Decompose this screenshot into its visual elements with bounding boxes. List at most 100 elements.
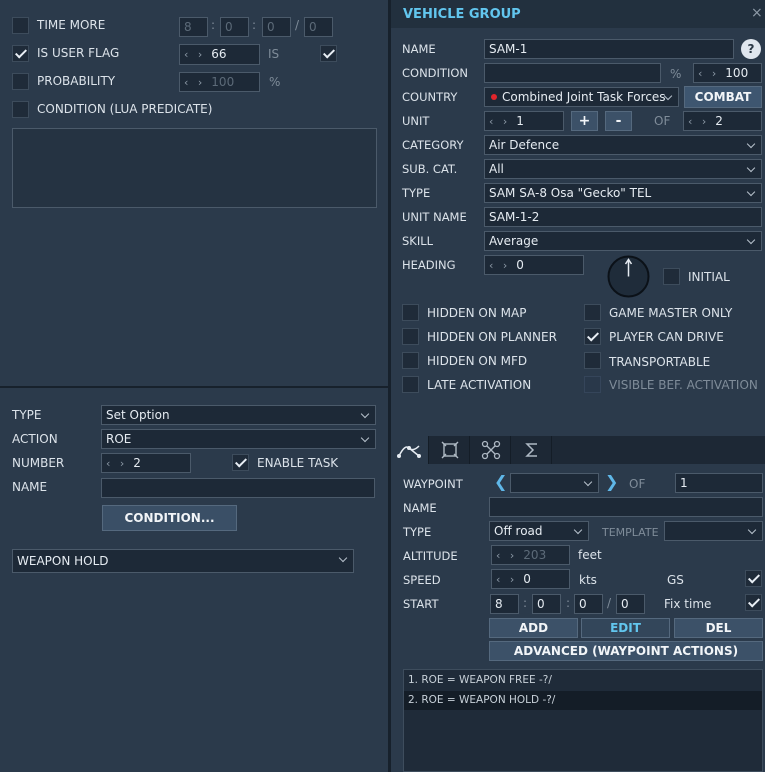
enable-task-checkbox[interactable] xyxy=(232,454,249,471)
stepper-arrows-icon[interactable]: ‹ › xyxy=(184,76,205,89)
remove-unit-button[interactable]: - xyxy=(605,111,632,131)
user-flag-stepper[interactable]: ‹ › 66 xyxy=(179,44,260,65)
list-item[interactable]: 2. ROE = WEAPON HOLD -?/ xyxy=(404,691,762,710)
vg-heading-stepper[interactable]: ‹ › 0 xyxy=(484,255,584,275)
weapon-option-select[interactable]: WEAPON HOLD xyxy=(12,549,354,573)
probability-checkbox[interactable] xyxy=(12,73,29,90)
wp-template-select[interactable] xyxy=(664,521,763,541)
action-type-select[interactable]: Set Option xyxy=(101,405,376,425)
wp-next-icon[interactable]: ❯ xyxy=(605,472,618,491)
number-label: NUMBER xyxy=(12,456,65,470)
time-more-seconds[interactable]: 0 xyxy=(262,17,291,37)
lua-predicate-textarea[interactable] xyxy=(12,128,377,208)
list-item[interactable]: 1. ROE = WEAPON FREE -?/ xyxy=(404,671,762,690)
vg-skill-select[interactable]: Average xyxy=(484,231,762,251)
add-unit-button[interactable]: + xyxy=(571,111,598,131)
colon-sep: : xyxy=(211,18,216,32)
stepper-arrows-icon[interactable]: ‹ › xyxy=(184,48,205,61)
wp-gs-checkbox[interactable] xyxy=(745,570,762,587)
stepper-arrows-icon[interactable]: ‹ › xyxy=(496,573,517,586)
tab-sigma[interactable] xyxy=(512,436,552,464)
vg-category-select[interactable]: Air Defence xyxy=(484,135,762,155)
visible-bef-label: VISIBLE BEF. ACTIVATION xyxy=(609,378,758,392)
wp-add-button[interactable]: ADD xyxy=(489,618,578,638)
vg-unitname-input[interactable]: SAM-1-2 xyxy=(484,207,762,227)
vg-name-label: NAME xyxy=(402,42,436,56)
wp-waypoint-select[interactable] xyxy=(510,473,599,493)
wp-speed-stepper[interactable]: ‹ › 0 xyxy=(491,569,570,589)
tab-target[interactable] xyxy=(430,436,470,464)
stepper-arrows-icon[interactable]: ‹ › xyxy=(698,67,719,80)
stepper-arrows-icon[interactable]: ‹ › xyxy=(489,115,510,128)
time-more-days[interactable]: 0 xyxy=(304,17,333,37)
action-name-input[interactable] xyxy=(101,478,375,498)
visible-bef-checkbox[interactable] xyxy=(584,376,601,393)
vg-heading-value: 0 xyxy=(516,258,524,272)
hidden-mfd-checkbox[interactable] xyxy=(402,352,419,369)
vg-unit-stepper[interactable]: ‹ › 1 xyxy=(484,111,564,131)
action-select[interactable]: ROE xyxy=(101,429,376,449)
player-drive-checkbox[interactable] xyxy=(584,328,601,345)
user-flag-label: IS USER FLAG xyxy=(37,46,120,60)
lua-condition-checkbox[interactable] xyxy=(12,101,29,118)
transportable-checkbox[interactable] xyxy=(584,352,601,369)
wp-advanced-button[interactable]: ADVANCED (WAYPOINT ACTIONS) xyxy=(489,641,763,661)
hidden-planner-checkbox[interactable] xyxy=(402,328,419,345)
late-activation-checkbox[interactable] xyxy=(402,376,419,393)
action-type-label: TYPE xyxy=(12,408,42,422)
probability-value: 100 xyxy=(211,75,235,89)
wp-type-select[interactable]: Off road xyxy=(489,521,589,541)
vg-type-select[interactable]: SAM SA-8 Osa "Gecko" TEL xyxy=(484,183,762,203)
vg-condition-input[interactable] xyxy=(484,63,661,83)
vg-unit-value: 1 xyxy=(516,114,524,128)
wp-altitude-stepper[interactable]: ‹ › 203 xyxy=(491,545,570,565)
wp-start-days[interactable]: 0 xyxy=(616,594,645,614)
probability-stepper[interactable]: ‹ › 100 xyxy=(179,72,260,92)
heading-dial-icon[interactable] xyxy=(607,255,650,298)
vg-subcat-select[interactable]: All xyxy=(484,159,762,179)
user-flag-checkbox[interactable] xyxy=(12,45,29,62)
wp-fix-time-checkbox[interactable] xyxy=(745,594,762,611)
vg-name-input[interactable]: SAM-1 xyxy=(484,39,734,59)
vg-country-value: Combined Joint Task Forces xyxy=(502,90,666,104)
probability-label: PROBABILITY xyxy=(37,74,116,88)
vg-country-select[interactable]: Combined Joint Task Forces xyxy=(484,87,679,107)
wp-start-seconds[interactable]: 0 xyxy=(574,594,603,614)
number-stepper[interactable]: ‹ › 2 xyxy=(101,453,191,473)
wp-template-label: TEMPLATE xyxy=(602,526,659,539)
close-icon[interactable]: × xyxy=(751,5,763,21)
wp-speed-label: SPEED xyxy=(403,573,441,587)
vg-type-label: TYPE xyxy=(402,186,431,200)
initial-checkbox[interactable] xyxy=(663,268,680,285)
stepper-arrows-icon[interactable]: ‹ › xyxy=(688,115,709,128)
vg-skill-label: SKILL xyxy=(402,234,434,248)
stepper-arrows-icon[interactable]: ‹ › xyxy=(106,457,127,470)
time-more-checkbox[interactable] xyxy=(12,17,29,34)
user-flag-is-checkbox[interactable] xyxy=(320,45,337,62)
wp-del-button[interactable]: DEL xyxy=(674,618,763,638)
percent-label: % xyxy=(269,75,281,89)
help-icon[interactable]: ? xyxy=(741,39,761,59)
wp-start-minutes[interactable]: 0 xyxy=(532,594,561,614)
tab-route[interactable] xyxy=(391,436,429,464)
target-icon xyxy=(441,441,459,459)
wp-fix-time-label: Fix time xyxy=(664,597,712,611)
stepper-arrows-icon[interactable]: ‹ › xyxy=(496,549,517,562)
vg-probability-stepper[interactable]: ‹ › 100 xyxy=(693,63,762,83)
wp-start-hours[interactable]: 8 xyxy=(490,594,519,614)
combat-button[interactable]: COMBAT xyxy=(684,86,762,108)
wp-altitude-value: 203 xyxy=(523,548,547,562)
wp-edit-button[interactable]: EDIT xyxy=(581,618,670,638)
condition-button[interactable]: CONDITION... xyxy=(102,505,237,531)
time-more-hours[interactable]: 8 xyxy=(179,17,208,37)
sigma-icon xyxy=(525,443,537,457)
hidden-map-checkbox[interactable] xyxy=(402,304,419,321)
vg-subcat-label: SUB. CAT. xyxy=(402,162,458,176)
time-more-minutes[interactable]: 0 xyxy=(220,17,249,37)
game-master-checkbox[interactable] xyxy=(584,304,601,321)
wp-name-input[interactable] xyxy=(489,497,763,517)
tab-nodes[interactable] xyxy=(471,436,511,464)
vg-unit-count-stepper[interactable]: ‹ › 2 xyxy=(683,111,762,131)
stepper-arrows-icon[interactable]: ‹ › xyxy=(489,259,510,272)
wp-prev-icon[interactable]: ❮ xyxy=(494,472,507,491)
